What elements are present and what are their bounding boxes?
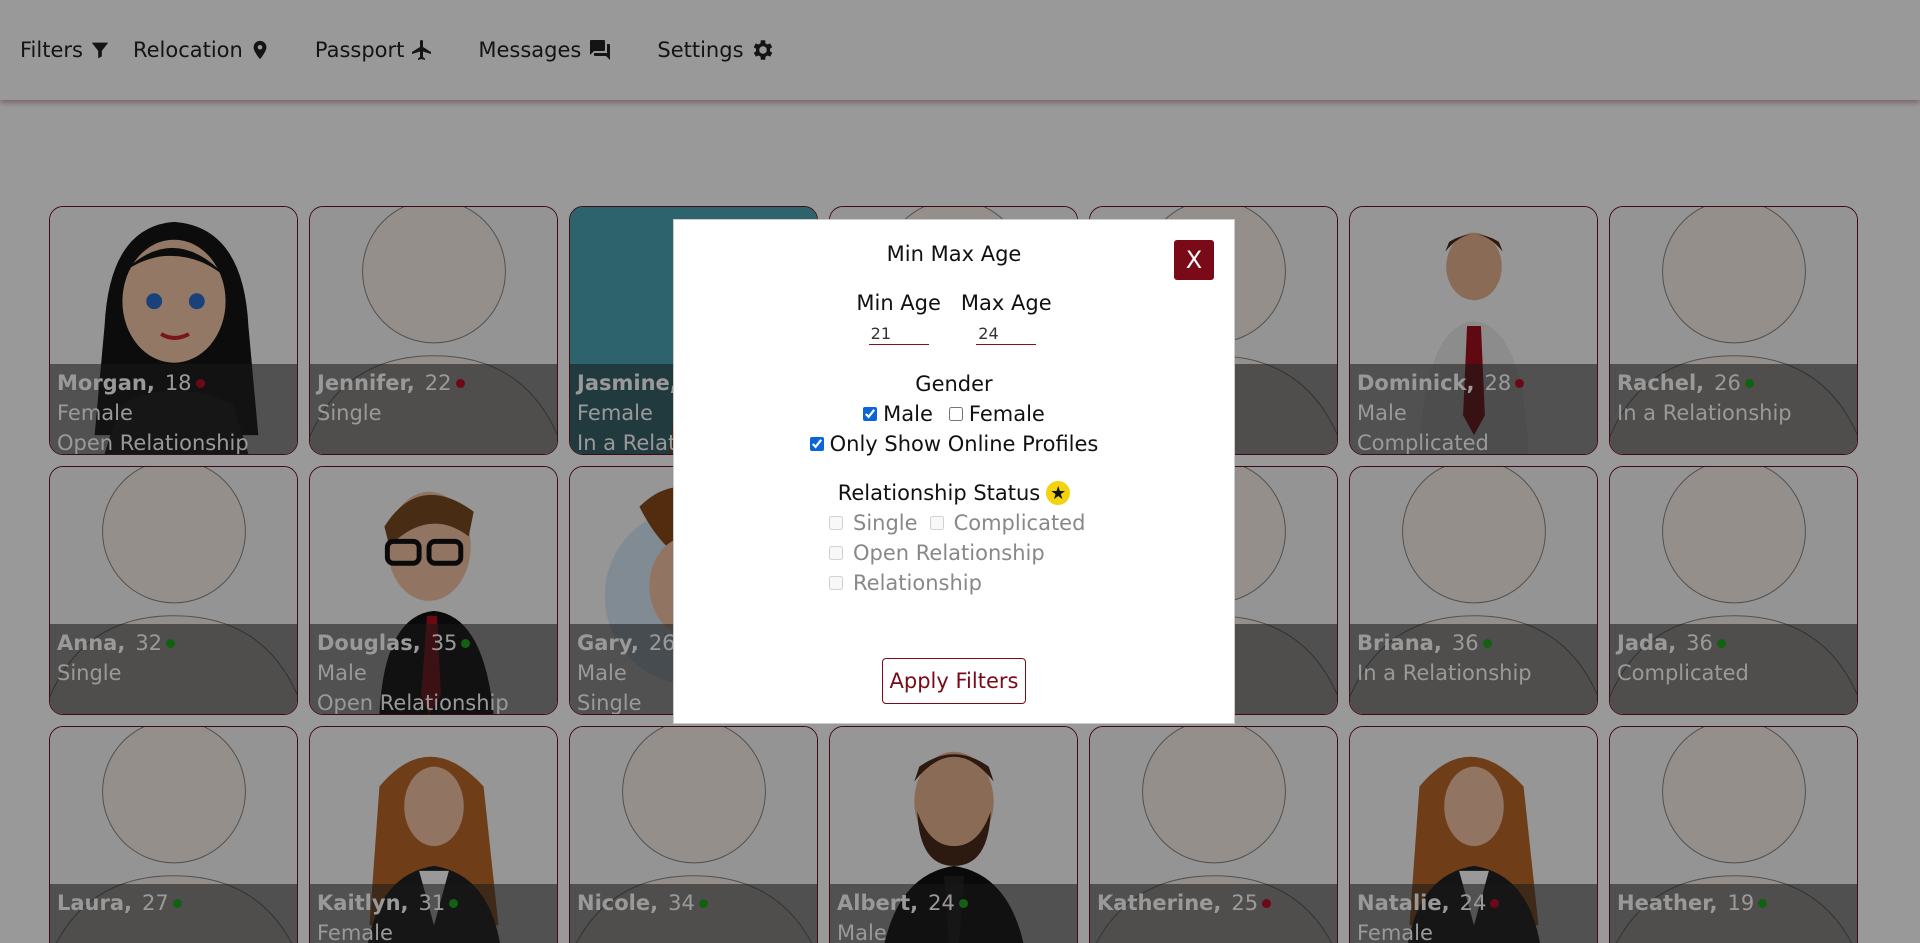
rs-relationship-option[interactable]: Relationship bbox=[829, 571, 982, 595]
gender-title: Gender bbox=[915, 372, 993, 396]
relationship-status-label: Relationship Status bbox=[837, 481, 1041, 505]
relationship-row-2: Open Relationship bbox=[829, 541, 1057, 565]
rs-open-option[interactable]: Open Relationship bbox=[829, 541, 1045, 565]
female-label: Female bbox=[968, 402, 1045, 426]
age-row: Min Age Max Age bbox=[674, 291, 1234, 345]
min-age-label: Min Age bbox=[856, 291, 941, 315]
relationship-status-title: Relationship Status ★ bbox=[674, 481, 1234, 505]
min-age-input[interactable] bbox=[868, 323, 929, 345]
rs-relationship-checkbox[interactable] bbox=[829, 576, 843, 590]
rs-open-label: Open Relationship bbox=[853, 541, 1045, 565]
premium-star-icon: ★ bbox=[1046, 481, 1071, 505]
rs-complicated-option[interactable]: Complicated bbox=[929, 511, 1086, 535]
rs-single-label: Single bbox=[853, 511, 918, 535]
relationship-row-1: Single Complicated bbox=[829, 511, 1097, 535]
rs-open-checkbox[interactable] bbox=[829, 546, 843, 560]
filter-modal: X Min Max Age Min Age Max Age Gender Mal… bbox=[673, 219, 1235, 724]
gender-options: Male Female bbox=[674, 402, 1234, 426]
max-age-input[interactable] bbox=[976, 323, 1037, 345]
rs-complicated-checkbox[interactable] bbox=[929, 516, 944, 530]
female-checkbox[interactable] bbox=[948, 407, 963, 421]
modal-title: Min Max Age bbox=[886, 242, 1022, 266]
female-option[interactable]: Female bbox=[948, 402, 1045, 426]
rs-single-option[interactable]: Single bbox=[829, 511, 918, 535]
relationship-row-3: Relationship bbox=[829, 571, 994, 595]
male-checkbox[interactable] bbox=[863, 407, 878, 421]
online-only-checkbox[interactable] bbox=[809, 437, 824, 451]
male-option[interactable]: Male bbox=[863, 402, 933, 426]
rs-single-checkbox[interactable] bbox=[829, 516, 843, 530]
male-label: Male bbox=[883, 402, 933, 426]
online-only-option[interactable]: Only Show Online Profiles bbox=[809, 432, 1099, 456]
rs-relationship-label: Relationship bbox=[853, 571, 982, 595]
max-age-label: Max Age bbox=[960, 291, 1052, 315]
apply-filters-button[interactable]: Apply Filters bbox=[882, 658, 1026, 704]
online-only-label: Only Show Online Profiles bbox=[829, 432, 1099, 456]
max-age-group: Max Age bbox=[961, 291, 1052, 345]
online-only-row: Only Show Online Profiles bbox=[674, 432, 1234, 456]
rs-complicated-label: Complicated bbox=[953, 511, 1086, 535]
min-age-group: Min Age bbox=[856, 291, 941, 345]
